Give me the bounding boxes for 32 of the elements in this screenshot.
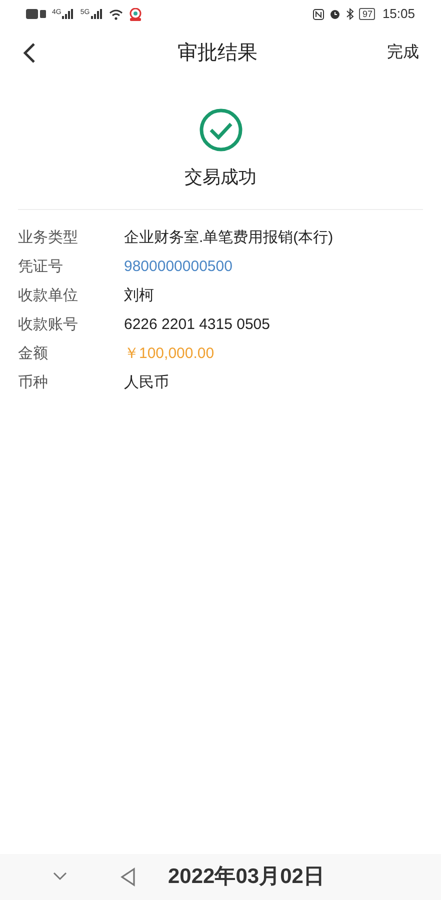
detail-label: 收款单位 <box>18 286 79 306</box>
wifi-icon <box>108 8 123 20</box>
signal-icon <box>62 9 74 19</box>
detail-label: 金额 <box>18 344 49 364</box>
page-title: 审批结果 <box>176 41 258 66</box>
success-check-icon <box>198 108 242 152</box>
back-icon <box>22 42 36 64</box>
detail-label: 业务类型 <box>18 228 79 248</box>
app-notification-icon <box>128 8 142 20</box>
detail-value: ￥100,000.00 <box>124 344 214 364</box>
detail-label: 收款账号 <box>18 315 79 336</box>
done-button[interactable]: 完成 <box>387 41 419 65</box>
detail-value: 刘柯 <box>124 286 154 306</box>
chevron-down-icon <box>52 870 68 882</box>
status-time: 15:05 <box>382 5 415 24</box>
detail-value: 9800000000500 <box>124 257 232 278</box>
bluetooth-icon <box>346 8 354 20</box>
hd-icon <box>26 9 46 19</box>
detail-label: 币种 <box>18 373 49 394</box>
alarm-icon <box>329 8 342 20</box>
detail-value: 6226 2201 4315 0505 <box>124 315 270 336</box>
back-nav-button[interactable] <box>119 867 137 887</box>
nfc-icon <box>313 8 324 20</box>
collapse-button[interactable] <box>52 870 68 882</box>
signal-icon <box>90 9 103 19</box>
detail-label: 凭证号 <box>18 257 64 278</box>
triangle-back-icon <box>119 867 137 887</box>
date-text: 2022年03月02日 <box>168 864 324 890</box>
result-status: 交易成功 <box>184 166 256 189</box>
detail-value: 人民币 <box>124 373 169 394</box>
battery-icon: 97 <box>359 8 376 20</box>
detail-value: 企业财务室.单笔费用报销(本行) <box>124 228 334 248</box>
